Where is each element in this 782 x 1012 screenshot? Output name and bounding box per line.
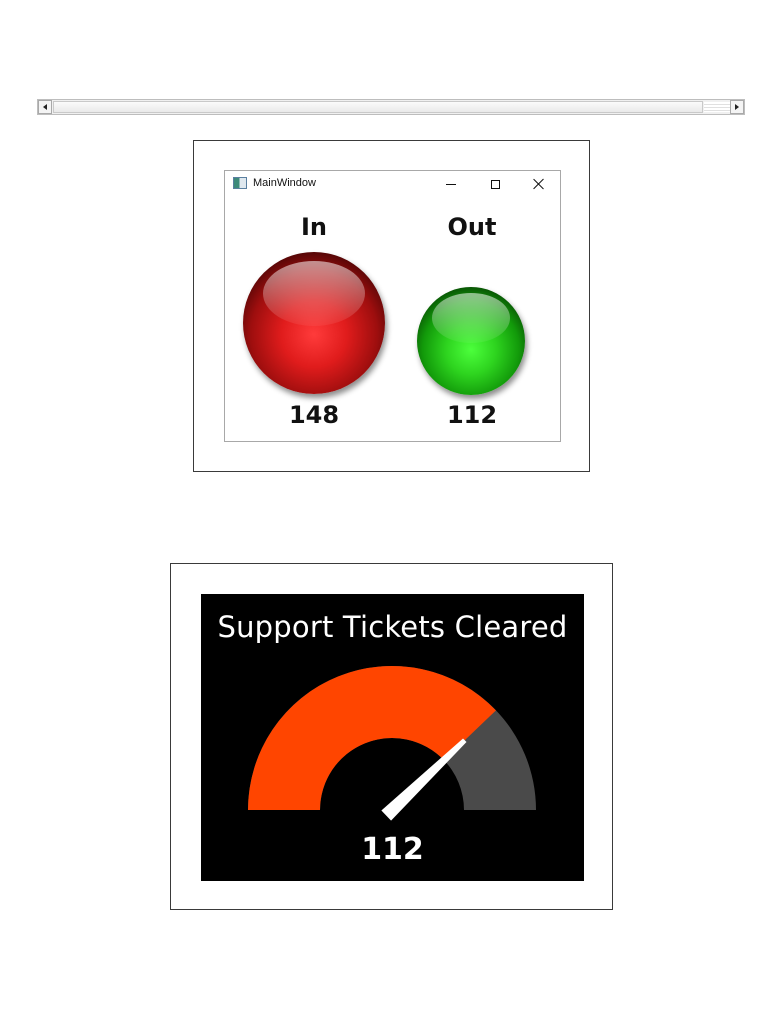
minimize-button[interactable] [443, 176, 459, 192]
horizontal-scrollbar[interactable] [37, 99, 745, 115]
in-indicator-orb [243, 252, 385, 394]
in-label: In [300, 213, 327, 241]
gauge-needle [381, 738, 467, 821]
in-value: 148 [288, 401, 340, 429]
minimize-icon [446, 183, 456, 185]
main-window: MainWindow In Out 148 112 [224, 170, 561, 442]
window-titlebar[interactable]: MainWindow [225, 171, 560, 197]
window-screenshot-frame: MainWindow In Out 148 112 [193, 140, 590, 472]
scrollbar-track [704, 102, 730, 112]
scrollbar-thumb[interactable] [53, 101, 703, 113]
maximize-button[interactable] [487, 176, 503, 192]
scroll-right-arrow-icon[interactable] [730, 100, 744, 114]
app-window-icon [233, 177, 247, 189]
out-label: Out [447, 213, 497, 241]
out-indicator-orb [417, 287, 525, 395]
close-icon [533, 178, 545, 190]
window-title: MainWindow [253, 177, 316, 189]
close-button[interactable] [531, 176, 547, 192]
gauge-screenshot-frame: Support Tickets Cleared 112 [170, 563, 613, 910]
gauge-fill-arc [248, 666, 496, 810]
scroll-left-arrow-icon[interactable] [38, 100, 52, 114]
gauge-panel: Support Tickets Cleared 112 [201, 594, 584, 881]
gauge-value: 112 [361, 832, 424, 867]
maximize-icon [490, 179, 500, 189]
out-value: 112 [446, 401, 498, 429]
